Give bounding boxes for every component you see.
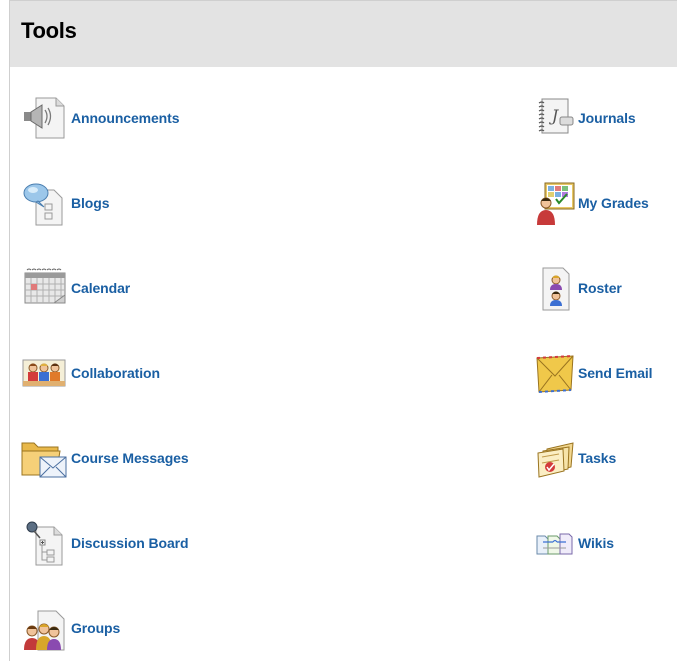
tools-panel: Tools Announcements Blogs Calendar Colla… [9, 0, 677, 661]
tool-announcements[interactable]: Announcements [20, 95, 179, 141]
discussion-board-icon [26, 521, 63, 566]
page-title: Tools [21, 18, 77, 43]
megaphone-page-icon [24, 97, 65, 139]
tools-header: Tools [10, 0, 677, 67]
tool-course-messages[interactable]: Course Messages [20, 435, 189, 481]
envelope-icon [536, 355, 574, 393]
blog-page-icon [23, 183, 63, 226]
journal-notebook-icon: J [538, 98, 574, 134]
calendar-icon [24, 268, 66, 304]
tool-my-grades[interactable]: My Grades [535, 180, 649, 226]
tool-groups[interactable]: Groups [20, 605, 120, 651]
grades-board-icon [537, 182, 575, 225]
tool-tasks[interactable]: Tasks [535, 435, 616, 481]
tool-roster[interactable]: Roster [535, 265, 622, 311]
wiki-pages-icon [536, 533, 573, 555]
tool-discussion-board[interactable]: Discussion Board [20, 520, 189, 566]
tool-calendar[interactable]: Calendar [20, 265, 130, 311]
folder-envelope-icon [21, 442, 67, 478]
groups-icon [24, 610, 65, 651]
tool-journals[interactable]: J Journals [535, 95, 636, 141]
tool-send-email[interactable]: Send Email [535, 350, 653, 396]
tool-blogs[interactable]: Blogs [20, 180, 109, 226]
tool-collaboration[interactable]: Collaboration [20, 350, 160, 396]
tool-wikis[interactable]: Wikis [535, 520, 614, 566]
task-papers-icon [537, 442, 574, 478]
collaboration-icon [22, 359, 66, 387]
roster-icon [542, 267, 570, 311]
